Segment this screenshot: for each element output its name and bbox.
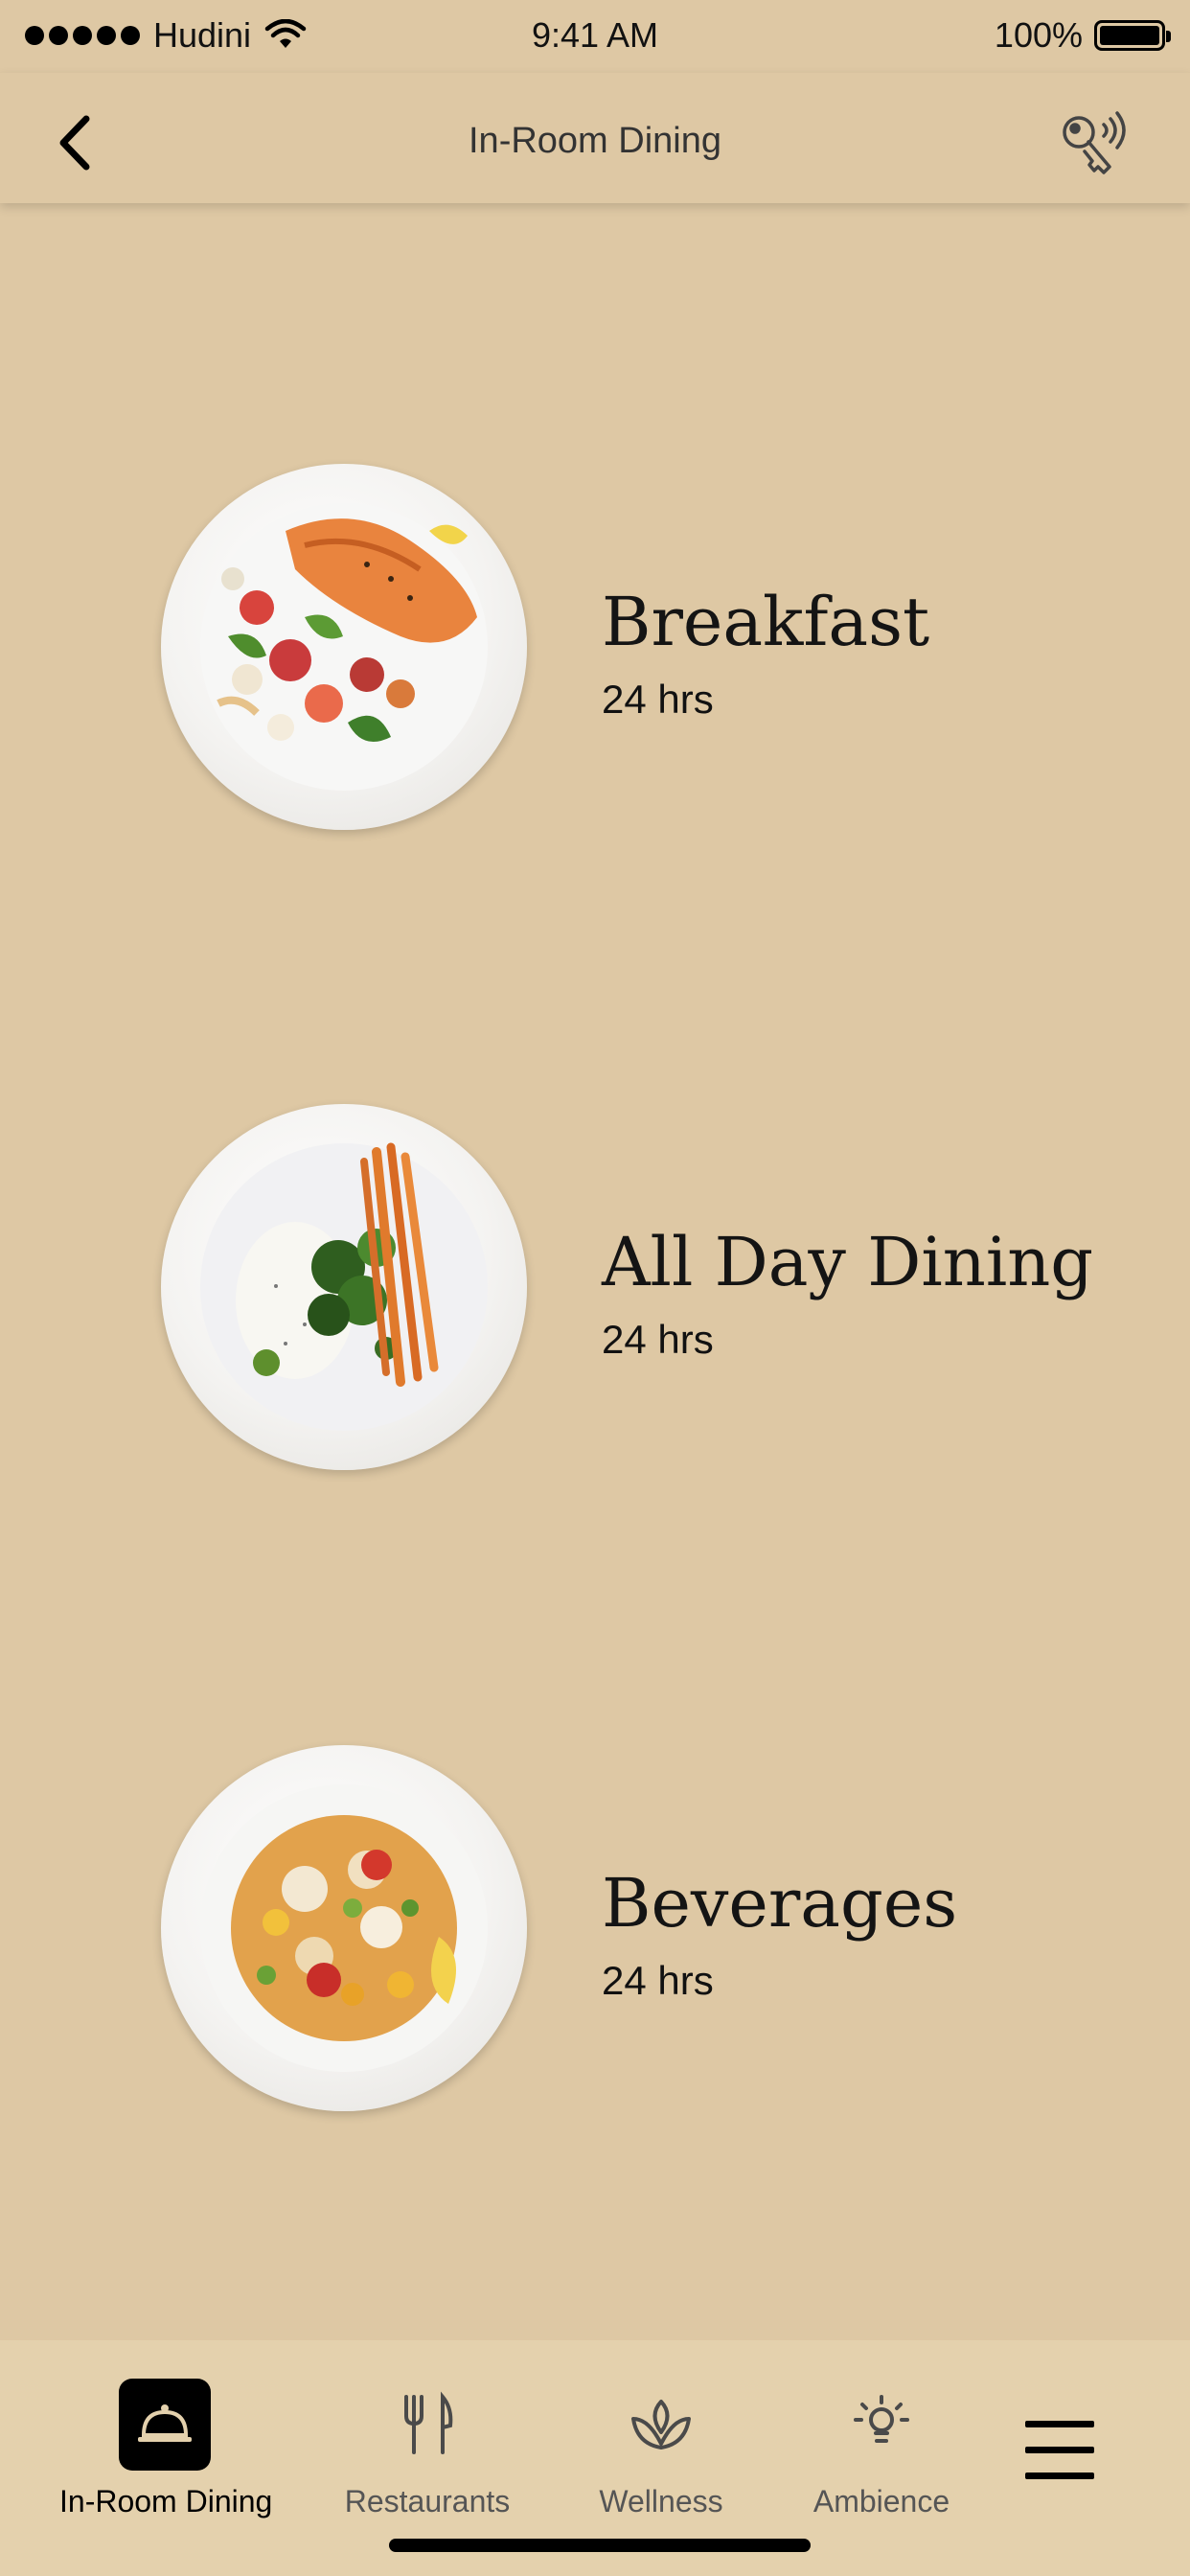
battery-icon — [1094, 20, 1171, 51]
tab-label: Restaurants — [344, 2484, 511, 2518]
hamburger-menu-button[interactable] — [1025, 2421, 1098, 2494]
menu-item-all-day-dining[interactable]: All Day Dining 24 hrs — [0, 1104, 1190, 1478]
battery-percent: 100% — [994, 15, 1083, 55]
tab-wellness[interactable]: Wellness — [556, 2379, 767, 2519]
home-indicator[interactable] — [389, 2539, 811, 2552]
lotus-icon — [631, 2400, 691, 2450]
tab-ambience[interactable]: Ambience — [776, 2379, 987, 2519]
light-bulb-icon — [854, 2395, 909, 2443]
menu-item-hours: 24 hrs — [602, 677, 714, 722]
all-day-dining-plate-image — [161, 1104, 527, 1470]
tab-restaurants[interactable]: Restaurants — [322, 2379, 533, 2519]
tab-label: Wellness — [599, 2484, 723, 2518]
navigation-bar: In-Room Dining — [0, 73, 1190, 203]
status-bar: Hudini 9:41 AM 100% — [0, 0, 1190, 73]
menu-item-beverages[interactable]: Beverages 24 hrs — [0, 1745, 1190, 2119]
hamburger-menu-icon — [1025, 2421, 1098, 2479]
menu-item-title: All Day Dining — [602, 1223, 1094, 1301]
menu-item-breakfast[interactable]: Breakfast 24 hrs — [0, 464, 1190, 838]
menu-item-hours: 24 hrs — [602, 1317, 714, 1362]
beverages-plate-image — [161, 1745, 527, 2111]
cloche-icon — [138, 2404, 192, 2442]
key-wireless-icon — [1063, 111, 1126, 174]
digital-key-button[interactable] — [1056, 109, 1134, 178]
menu-item-title: Breakfast — [602, 583, 930, 661]
fork-knife-icon — [404, 2391, 453, 2454]
page-title: In-Room Dining — [469, 121, 721, 161]
tab-in-room-dining[interactable]: In-Room Dining — [59, 2379, 273, 2519]
tab-label: Ambience — [812, 2484, 950, 2518]
breakfast-plate-image — [161, 464, 527, 830]
menu-item-title: Beverages — [602, 1864, 958, 1943]
status-right: 100% — [994, 15, 1171, 56]
tab-label: In-Room Dining — [59, 2484, 273, 2518]
menu-item-hours: 24 hrs — [602, 1958, 714, 2003]
